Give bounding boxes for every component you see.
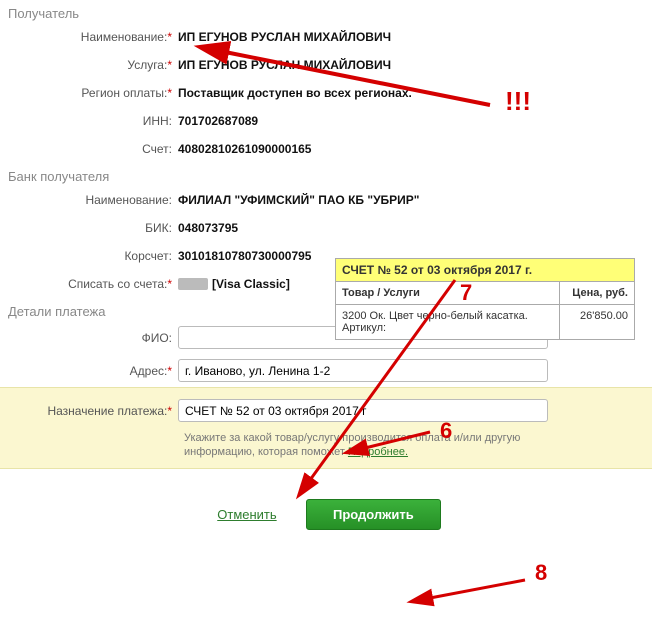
value-debit[interactable]: [Visa Classic] <box>178 277 290 291</box>
invoice-header-price: Цена, руб. <box>560 282 634 304</box>
section-bank: Банк получателя <box>0 163 652 186</box>
value-inn: 701702687089 <box>178 114 258 128</box>
label-region: Регион оплаты:* <box>0 86 178 100</box>
label-address: Адрес:* <box>0 364 178 378</box>
invoice-header-goods: Товар / Услуги <box>336 282 560 304</box>
address-input[interactable] <box>178 359 548 382</box>
label-bank-name: Наименование: <box>0 193 178 207</box>
invoice-price: 26'850.00 <box>560 305 634 339</box>
invoice-overlay: СЧЕТ № 52 от 03 октября 2017 г. Товар / … <box>335 258 635 340</box>
value-account: 40802810261090000165 <box>178 142 311 156</box>
label-name: Наименование:* <box>0 30 178 44</box>
hint-more-link[interactable]: Подробнее. <box>348 446 408 458</box>
section-recipient: Получатель <box>0 0 652 23</box>
masked-dots-icon <box>178 278 208 290</box>
value-name: ИП ЕГУНОВ РУСЛАН МИХАЙЛОВИЧ <box>178 30 391 44</box>
purpose-input[interactable] <box>178 399 548 422</box>
value-bank-name: ФИЛИАЛ "УФИМСКИЙ" ПАО КБ "УБРИР" <box>178 193 420 207</box>
invoice-item: 3200 Ок. Цвет черно-белый касатка. Артик… <box>336 305 560 339</box>
value-bik: 048073795 <box>178 221 238 235</box>
label-corr: Корсчет: <box>0 249 178 263</box>
cancel-button[interactable]: Отменить <box>211 506 282 523</box>
value-corr: 30101810780730000795 <box>178 249 311 263</box>
purpose-hint: Укажите за какой товар/услугу производит… <box>0 427 590 460</box>
value-region: Поставщик доступен во всех регионах. <box>178 86 412 100</box>
label-account: Счет: <box>0 142 178 156</box>
label-purpose: Назначение платежа:* <box>0 404 178 418</box>
label-inn: ИНН: <box>0 114 178 128</box>
continue-button[interactable]: Продолжить <box>306 499 441 530</box>
label-bik: БИК: <box>0 221 178 235</box>
label-service: Услуга:* <box>0 58 178 72</box>
debit-card-text: [Visa Classic] <box>212 277 290 291</box>
label-debit: Списать со счета:* <box>0 277 178 291</box>
anno-8: 8 <box>535 560 547 585</box>
invoice-title: СЧЕТ № 52 от 03 октября 2017 г. <box>336 259 634 282</box>
label-fio: ФИО: <box>0 331 178 345</box>
value-service: ИП ЕГУНОВ РУСЛАН МИХАЙЛОВИЧ <box>178 58 391 72</box>
